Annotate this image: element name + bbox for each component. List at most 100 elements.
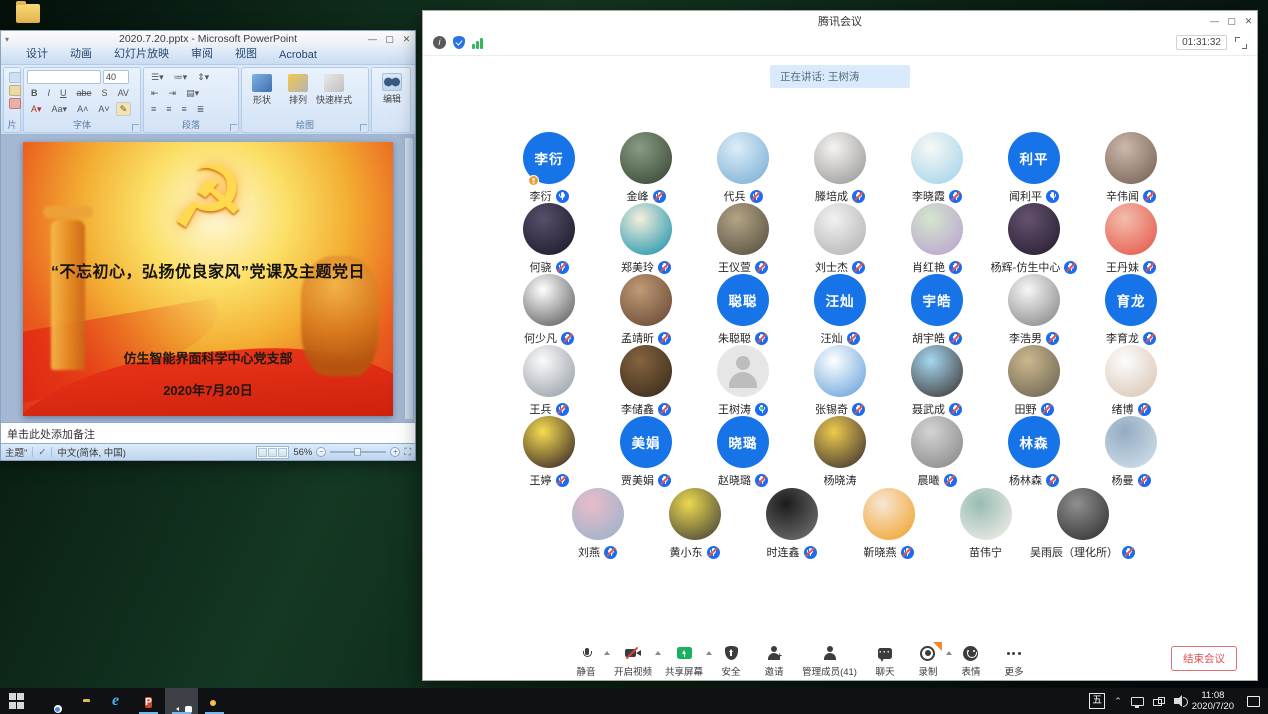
participant-tile[interactable]: 郑美玲 [598,203,695,275]
participant-tile[interactable]: 时连鑫 [743,488,840,560]
shrink-font-button[interactable]: A˅ [94,102,113,116]
participant-tile[interactable]: 育龙李育龙 [1083,274,1180,346]
toolbar-screen-share-button[interactable]: 共享屏幕 [665,644,703,678]
participant-tile[interactable]: 利平闻利平 [986,132,1083,204]
participant-tile[interactable]: 刘士杰 [792,203,889,275]
minimize-button[interactable]: — [1206,13,1223,29]
align-center-button[interactable]: ≡ [162,102,175,116]
meeting-security-shield-icon[interactable] [453,36,465,49]
decrease-indent-button[interactable]: ⇤ [147,86,163,100]
dialog-launcher-icon[interactable] [132,124,139,131]
participant-tile[interactable]: 滕培成 [792,132,889,204]
dialog-launcher-icon[interactable] [360,124,367,131]
ime-indicator[interactable]: 五 [1089,693,1105,709]
end-meeting-button[interactable]: 结束会议 [1171,646,1237,671]
minimize-button[interactable]: — [364,31,381,47]
meeting-info-icon[interactable]: i [433,36,446,49]
clipped-icon[interactable] [9,98,21,109]
participant-tile[interactable]: 晓璐赵晓璐 [695,416,792,488]
format-button-abe[interactable]: abe [73,86,96,100]
drawing-button-形状[interactable]: 形状 [245,74,279,106]
format-button-S[interactable]: S [98,86,112,100]
participant-tile[interactable]: 金峰 [598,132,695,204]
caret-up-icon[interactable] [946,651,952,655]
start-button[interactable] [0,688,33,714]
participant-tile[interactable]: 王仪萱 [695,203,792,275]
participant-tile[interactable]: 李储鑫 [598,345,695,417]
clipped-icon[interactable] [9,72,21,83]
dialog-launcher-icon[interactable] [230,124,237,131]
participant-tile[interactable]: 宇皓胡宇皓 [889,274,986,346]
justify-button[interactable]: ≣ [193,102,209,116]
participant-tile[interactable]: 黄小东 [646,488,743,560]
toolbar-shield-button[interactable]: 安全 [716,644,746,678]
clipped-icon[interactable] [9,85,21,96]
participant-tile[interactable]: 靳晓燕 [840,488,937,560]
clear-format-button[interactable]: ✎ [116,102,132,116]
status-language[interactable]: 中文(简体, 中国) [57,445,126,459]
line-spacing-button[interactable]: ⇕▾ [193,70,213,84]
align-right-button[interactable]: ≡ [178,102,191,116]
zoom-level[interactable]: 56% [293,447,312,458]
maximize-button[interactable]: ▢ [381,31,398,47]
taskbar-meeting[interactable] [165,688,198,714]
participant-tile[interactable]: 王树涛 [695,345,792,417]
slide-canvas[interactable]: ☭ “不忘初心，弘扬优良家风”党课及主题党日 仿生智能界面科学中心党支部 202… [1,135,415,422]
font-name-select[interactable] [27,70,101,84]
toolbar-more-button[interactable]: 更多 [999,644,1029,678]
participant-tile[interactable]: 何骁 [501,203,598,275]
editing-button[interactable]: 编辑 [375,73,409,105]
volume-tray-icon[interactable] [1174,698,1179,704]
taskbar-explorer[interactable] [66,688,99,714]
participant-tile[interactable]: 李浩男 [986,274,1083,346]
participant-tile[interactable]: 林森杨林森 [986,416,1083,488]
bullets-button[interactable]: ☰▾ [147,70,168,84]
increase-indent-button[interactable]: ⇥ [165,86,181,100]
participant-tile[interactable]: 苗伟宁 [937,488,1034,560]
participant-tile[interactable]: 李衍李衍 [501,132,598,204]
toolbar-emoji-button[interactable]: 表情 [956,644,986,678]
spellcheck-icon[interactable]: ✓ [38,447,46,458]
participant-tile[interactable]: 杨曼 [1083,416,1180,488]
format-button-B[interactable]: B [27,86,42,100]
format-button-U[interactable]: U [56,86,71,100]
drawing-button-排列[interactable]: 排列 [281,74,315,106]
participant-tile[interactable]: 肖红艳 [889,203,986,275]
numbering-button[interactable]: ≔▾ [170,70,192,84]
align-left-button[interactable]: ≡ [147,102,160,116]
participant-tile[interactable]: 辛伟闻 [1083,132,1180,204]
participant-tile[interactable]: 吴雨辰（理化所） [1034,488,1131,560]
taskbar-ie[interactable]: e [99,688,132,714]
participant-tile[interactable]: 王丹妹 [1083,203,1180,275]
zoom-slider[interactable] [330,451,386,453]
participant-tile[interactable]: 李晓霞 [889,132,986,204]
close-button[interactable]: ✕ [398,31,415,47]
participant-tile[interactable]: 何少凡 [501,274,598,346]
taskbar-clock[interactable]: 11:08 2020/7/20 [1192,690,1234,712]
meeting-titlebar[interactable]: 腾讯会议 — ▢ ✕ [423,11,1257,30]
participant-tile[interactable]: 晨曦 [889,416,986,488]
participant-tile[interactable]: 田野 [986,345,1083,417]
participant-tile[interactable]: 张锡奇 [792,345,889,417]
participant-tile[interactable]: 汪灿汪灿 [792,274,889,346]
maximize-button[interactable]: ▢ [1223,13,1240,29]
action-center-icon[interactable] [1247,696,1260,707]
notes-pane[interactable]: 单击此处添加备注 [1,422,415,443]
zoom-in-button[interactable]: + [390,447,400,457]
participant-tile[interactable]: 王婷 [501,416,598,488]
display-tray-icon[interactable] [1131,697,1144,706]
fit-to-window-icon[interactable]: ⛶ [404,447,411,458]
slide-scrollbar[interactable] [404,137,414,420]
toolbar-invite-button[interactable]: +邀请 [759,644,789,678]
toolbar-mic-button[interactable]: 静音 [571,644,601,678]
view-buttons[interactable] [256,446,289,459]
taskbar-powerpoint[interactable]: P [132,688,165,714]
desktop-folder-icon[interactable] [16,4,40,23]
ribbon-tab-Acrobat[interactable]: Acrobat [268,47,328,64]
participant-tile[interactable]: 杨辉-仿生中心 [986,203,1083,275]
network-tray-icon[interactable] [1153,697,1165,706]
powerpoint-titlebar[interactable]: ▾ 2020.7.20.pptx - Microsoft PowerPoint … [1,31,415,47]
toolbar-record-button[interactable]: 录制 [913,644,943,678]
participant-tile[interactable]: 聪聪朱聪聪 [695,274,792,346]
caret-up-icon[interactable] [706,651,712,655]
